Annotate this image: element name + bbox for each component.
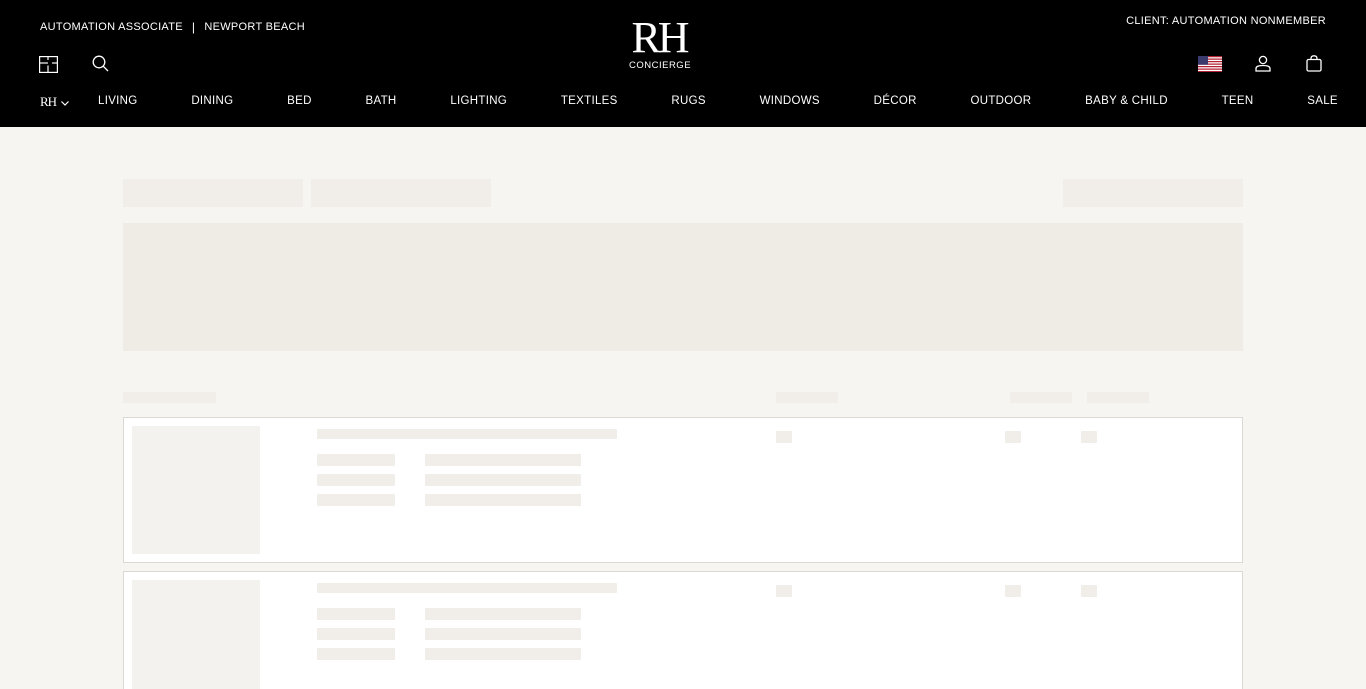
us-flag-icon[interactable]: [1198, 56, 1222, 72]
rh-concierge-logo[interactable]: RH CONCIERGE: [629, 13, 692, 72]
skeleton-text: [317, 648, 395, 660]
skeleton-line-item: [123, 417, 1243, 563]
skeleton-action: [1063, 179, 1243, 207]
skeleton-text: [1081, 431, 1097, 443]
nav-item-lighting[interactable]: LIGHTING: [450, 95, 507, 107]
skeleton-text: [425, 474, 581, 486]
skeleton-text: [776, 585, 792, 597]
nav-item-living[interactable]: LIVING: [98, 95, 138, 107]
nav-item-bath[interactable]: BATH: [366, 95, 397, 107]
account-icon[interactable]: [1255, 55, 1271, 72]
skeleton-text: [425, 454, 581, 466]
main-navigation: LIVING DINING BED BATH LIGHTING TEXTILES…: [98, 95, 1338, 107]
shopping-bag-icon[interactable]: [1306, 55, 1322, 72]
skeleton-text: [425, 494, 581, 506]
skeleton-text: [425, 608, 581, 620]
skeleton-banner: [123, 223, 1243, 351]
skeleton-line-item: [123, 571, 1243, 689]
skeleton-column-header-total: [1087, 392, 1149, 403]
associate-separator: |: [191, 20, 196, 34]
nav-item-decor[interactable]: DÉCOR: [874, 95, 917, 107]
chevron-down-icon: [61, 93, 69, 111]
skeleton-text: [317, 608, 395, 620]
skeleton-text: [317, 494, 395, 506]
skeleton-column-header-qty: [1010, 392, 1072, 403]
brand-selector[interactable]: RH: [40, 93, 69, 111]
skeleton-text: [1081, 585, 1097, 597]
skeleton-breadcrumb-2: [311, 179, 491, 207]
nav-item-textiles[interactable]: TEXTILES: [561, 95, 618, 107]
floorplan-icon[interactable]: [39, 56, 58, 73]
skeleton-text: [317, 628, 395, 640]
nav-item-rugs[interactable]: RUGS: [671, 95, 705, 107]
nav-item-outdoor[interactable]: OUTDOOR: [970, 95, 1031, 107]
skeleton-text: [317, 454, 395, 466]
skeleton-column-header-price: [776, 392, 838, 403]
nav-item-baby-child[interactable]: BABY & CHILD: [1085, 95, 1168, 107]
skeleton-thumbnail: [132, 580, 260, 689]
nav-item-sale[interactable]: SALE: [1307, 95, 1338, 107]
skeleton-text: [317, 474, 395, 486]
skeleton-column-header-item: [123, 392, 216, 403]
skeleton-text: [317, 583, 617, 593]
skeleton-text: [317, 429, 617, 439]
gallery-location[interactable]: NEWPORT BEACH: [204, 21, 305, 33]
skeleton-thumbnail: [132, 426, 260, 554]
site-header: AUTOMATION ASSOCIATE | NEWPORT BEACH CLI…: [0, 0, 1366, 127]
skeleton-text: [425, 628, 581, 640]
logo-subtitle: CONCIERGE: [629, 60, 692, 71]
brand-selector-label: RH: [40, 94, 57, 109]
associate-name[interactable]: AUTOMATION ASSOCIATE: [40, 21, 183, 33]
search-icon[interactable]: [92, 55, 109, 72]
skeleton-breadcrumb-1: [123, 179, 303, 207]
nav-item-windows[interactable]: WINDOWS: [760, 95, 820, 107]
logo-mark: RH: [631, 13, 689, 62]
associate-info: AUTOMATION ASSOCIATE | NEWPORT BEACH: [40, 20, 305, 34]
skeleton-text: [776, 431, 792, 443]
skeleton-text: [425, 648, 581, 660]
nav-item-bed[interactable]: BED: [287, 95, 312, 107]
nav-item-dining[interactable]: DINING: [191, 95, 233, 107]
nav-item-teen[interactable]: TEEN: [1222, 95, 1254, 107]
skeleton-text: [1005, 431, 1021, 443]
skeleton-text: [1005, 585, 1021, 597]
client-name[interactable]: CLIENT: AUTOMATION NONMEMBER: [1126, 15, 1326, 27]
